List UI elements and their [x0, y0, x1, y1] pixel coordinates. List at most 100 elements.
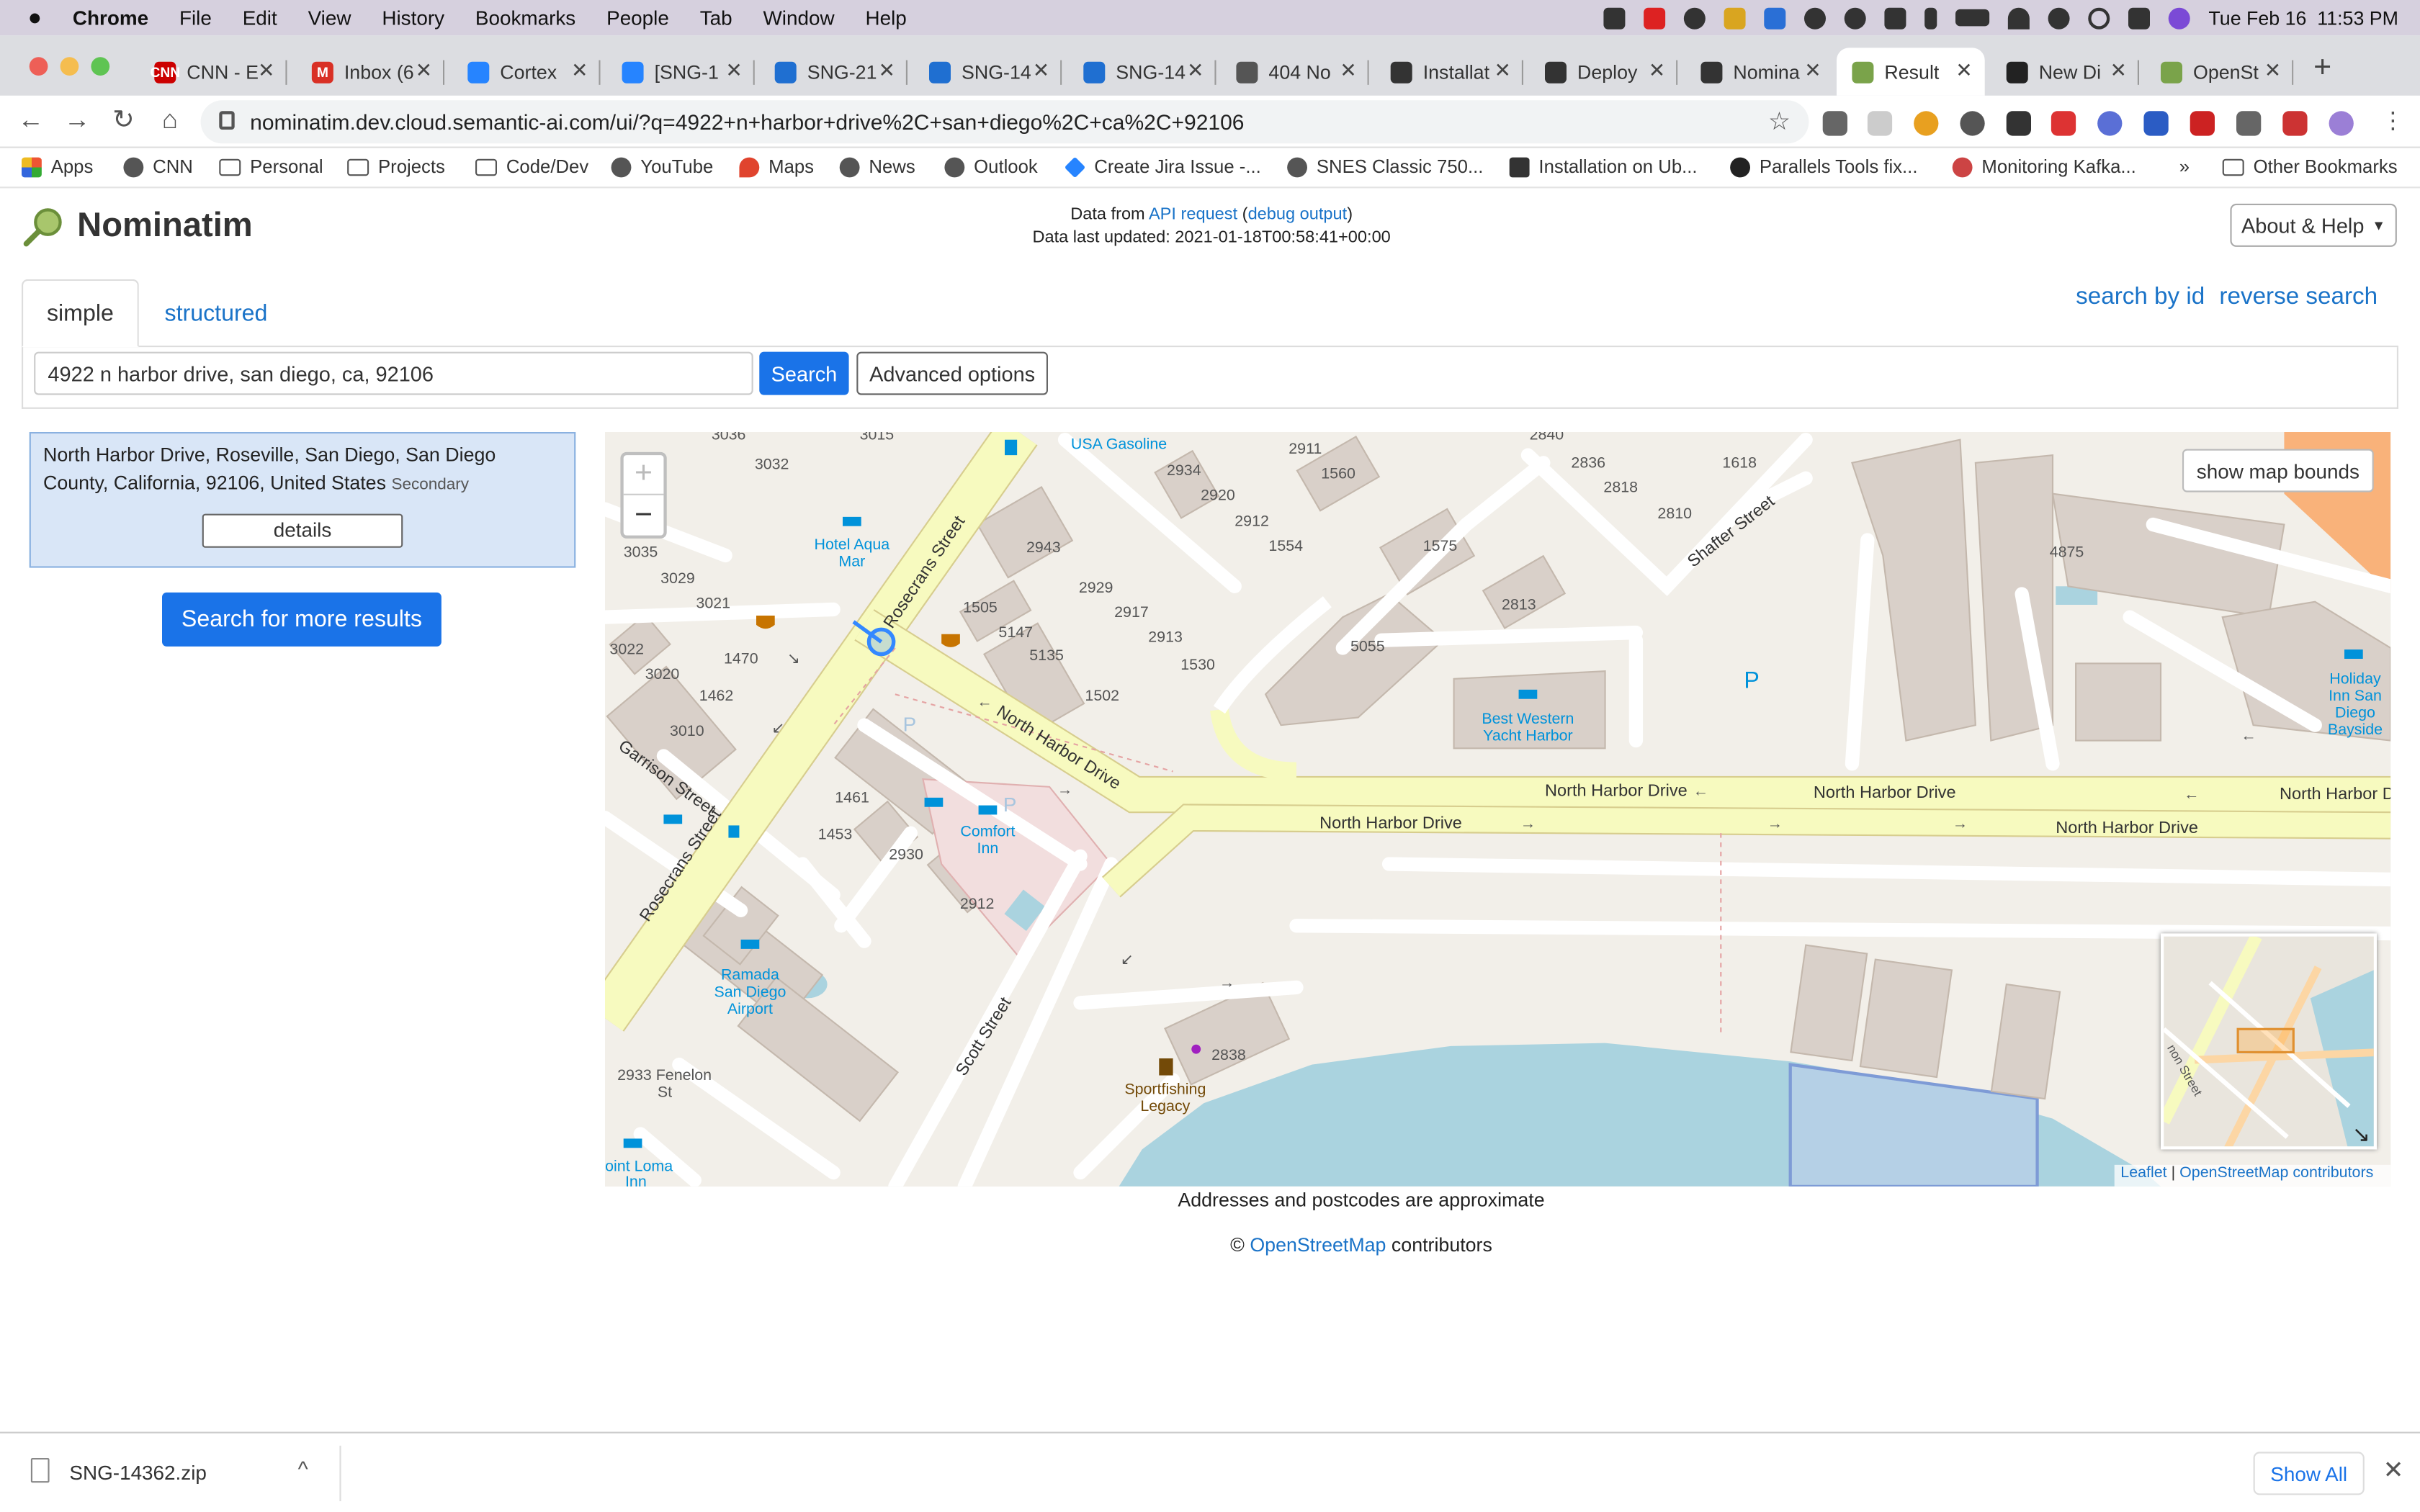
bookmark-kafka[interactable]: Monitoring Kafka... — [1952, 156, 2136, 177]
tab-close-icon[interactable]: ✕ — [416, 58, 432, 83]
extension-puzzle-icon[interactable] — [2236, 111, 2262, 136]
zoom-in-button[interactable]: + — [623, 455, 664, 495]
bookmark-parallels[interactable]: Parallels Tools fix... — [1730, 156, 1918, 177]
tab-close-icon[interactable]: ✕ — [725, 58, 742, 83]
window-close-button[interactable] — [29, 57, 48, 76]
tab-close-icon[interactable]: ✕ — [1033, 58, 1049, 83]
extension-eyedropper-icon[interactable] — [1822, 111, 1847, 136]
browser-tab[interactable]: [SNG-1 ✕ — [606, 48, 755, 95]
tab-structured[interactable]: structured — [142, 279, 290, 347]
bookmarks-overflow-icon[interactable]: » — [2179, 156, 2190, 177]
menu-edit[interactable]: Edit — [227, 6, 292, 30]
show-map-bounds-button[interactable]: show map bounds — [2182, 449, 2374, 492]
browser-tab[interactable]: Nomina ✕ — [1685, 48, 1834, 95]
menu-window[interactable]: Window — [748, 6, 850, 30]
search-more-results-button[interactable]: Search for more results — [162, 592, 442, 647]
spotlight-search-icon[interactable] — [2088, 6, 2110, 29]
home-icon[interactable]: ⌂ — [153, 105, 187, 136]
bookmark-other[interactable]: Other Bookmarks — [2222, 156, 2398, 177]
zoom-out-button[interactable]: − — [624, 495, 664, 536]
bookmark-youtube[interactable]: YouTube — [611, 156, 713, 177]
extension-shield-icon[interactable] — [2143, 111, 2169, 136]
address-bar[interactable]: nominatim.dev.cloud.semantic-ai.com/ui/?… — [200, 100, 1809, 144]
browser-tab[interactable]: M Inbox (6 ✕ — [296, 48, 445, 95]
result-item[interactable]: North Harbor Drive, Roseville, San Diego… — [29, 432, 576, 568]
tab-close-icon[interactable]: ✕ — [571, 58, 588, 83]
zoom-icon[interactable] — [1603, 6, 1626, 29]
browser-tab[interactable]: Cortex ✕ — [452, 48, 601, 95]
browser-tab[interactable]: Installat ✕ — [1375, 48, 1523, 95]
bookmark-star-icon[interactable]: ☆ — [1768, 107, 1791, 138]
bookmark-installation[interactable]: Installation on Ub... — [1509, 156, 1698, 177]
search-input[interactable]: 4922 n harbor drive, san diego, ca, 9210… — [34, 351, 753, 395]
user-icon[interactable] — [2048, 6, 2070, 29]
tab-simple[interactable]: simple — [22, 279, 139, 348]
about-help-dropdown[interactable]: About & Help ▼ — [2230, 203, 2397, 247]
keychain-icon[interactable] — [1724, 6, 1746, 29]
menu-bookmarks[interactable]: Bookmarks — [460, 6, 591, 30]
siri-icon[interactable] — [2168, 6, 2190, 29]
new-tab-button[interactable]: + — [2313, 51, 2331, 86]
parallels-icon[interactable] — [1644, 6, 1666, 29]
teamviewer-icon[interactable] — [1764, 6, 1786, 29]
browser-tab[interactable]: New Di ✕ — [1991, 48, 2139, 95]
tab-close-icon[interactable]: ✕ — [258, 58, 274, 83]
menu-app-name[interactable]: Chrome — [57, 6, 163, 30]
extension-circle-icon[interactable] — [2006, 111, 2031, 136]
advanced-options-button[interactable]: Advanced options — [856, 351, 1048, 395]
back-arrow-icon[interactable]: ← — [14, 105, 48, 136]
leaflet-link[interactable]: Leaflet — [2120, 1165, 2166, 1182]
lock-icon[interactable] — [219, 111, 235, 130]
api-request-link[interactable]: API request — [1149, 205, 1237, 224]
bookmark-maps[interactable]: Maps — [739, 156, 814, 177]
browser-tab[interactable]: Result ✕ — [1837, 48, 1985, 96]
tab-close-icon[interactable]: ✕ — [2110, 58, 2126, 83]
tab-close-icon[interactable]: ✕ — [1649, 58, 1665, 83]
extension-red-badge-icon[interactable] — [2190, 111, 2215, 136]
bluetooth-icon[interactable] — [1924, 6, 1937, 29]
bookmark-create-jira[interactable]: Create Jira Issue -... — [1064, 156, 1261, 177]
show-all-downloads-button[interactable]: Show All — [2253, 1452, 2365, 1495]
extension-honey-icon[interactable] — [1914, 111, 1939, 136]
control-center-icon[interactable] — [2128, 6, 2150, 29]
chevron-up-icon[interactable]: ^ — [298, 1457, 308, 1481]
bookmark-news[interactable]: News — [839, 156, 915, 177]
menu-help[interactable]: Help — [850, 6, 922, 30]
bartender-icon[interactable] — [1884, 6, 1906, 29]
onepassword-icon[interactable] — [1844, 6, 1866, 29]
tab-close-icon[interactable]: ✕ — [1955, 58, 1972, 83]
bookmark-personal[interactable]: Personal — [219, 156, 323, 177]
apple-icon[interactable]: ● — [0, 4, 57, 30]
extension-shield-check-icon[interactable] — [2097, 111, 2123, 136]
tab-close-icon[interactable]: ✕ — [1804, 58, 1821, 83]
extension-notes-icon[interactable] — [1867, 111, 1893, 136]
browser-tab[interactable]: Deploy ✕ — [1530, 48, 1678, 95]
reload-icon[interactable]: ↻ — [107, 105, 140, 136]
battery-icon[interactable] — [1955, 9, 1990, 27]
bookmark-apps[interactable]: Apps — [22, 156, 93, 177]
bookmark-outlook[interactable]: Outlook — [944, 156, 1038, 177]
minimap[interactable]: non Street ↘ — [2161, 933, 2377, 1150]
menu-file[interactable]: File — [164, 6, 228, 30]
browser-tab[interactable]: SNG-14 ✕ — [1068, 48, 1216, 95]
wifi-icon[interactable] — [2007, 6, 2030, 29]
tab-close-icon[interactable]: ✕ — [878, 58, 895, 83]
menubar-clock[interactable]: Tue Feb 16 11:53 PM — [2208, 7, 2398, 29]
map-view[interactable]: P P P North Harbor Drive North Harbor Dr… — [605, 432, 2391, 1187]
minimap-tiles[interactable]: non Street ↘ — [2164, 936, 2377, 1150]
map-tiles[interactable]: P P P North Harbor Drive North Harbor Dr… — [605, 432, 2391, 1187]
window-zoom-button[interactable] — [91, 57, 110, 76]
extension-new-icon[interactable] — [2051, 111, 2076, 136]
extension-gear-icon[interactable] — [1960, 111, 1985, 136]
chrome-menu-icon[interactable]: ⋮ — [2381, 107, 2404, 134]
menu-people[interactable]: People — [591, 6, 685, 30]
tab-close-icon[interactable]: ✕ — [1187, 58, 1204, 83]
search-button[interactable]: Search — [759, 351, 849, 395]
browser-tab[interactable]: SNG-14 ✕ — [914, 48, 1062, 95]
openstreetmap-link[interactable]: OpenStreetMap — [1250, 1234, 1386, 1256]
menu-tab[interactable]: Tab — [684, 6, 748, 30]
menu-history[interactable]: History — [367, 6, 460, 30]
search-by-id-link[interactable]: search by id — [2076, 284, 2205, 312]
minimap-toggle-icon[interactable]: ↘ — [2352, 1123, 2370, 1147]
details-button[interactable]: details — [202, 513, 403, 548]
